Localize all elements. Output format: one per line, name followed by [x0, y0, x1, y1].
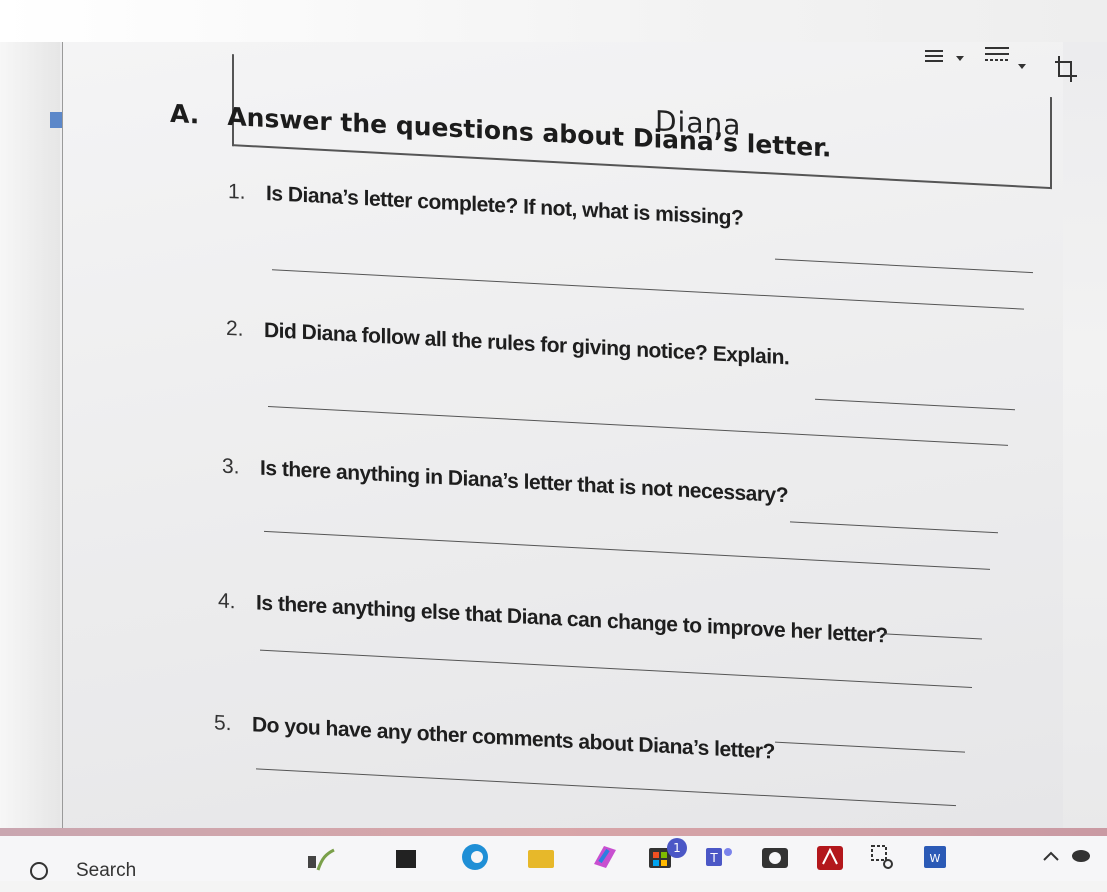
edge-icon[interactable] — [460, 842, 490, 872]
crop-icon[interactable] — [1053, 54, 1077, 89]
question-1: 1. Is Diana’s letter complete? If not, wh… — [228, 180, 743, 231]
question-3: 3. Is there anything in Diana’s letter th… — [222, 455, 788, 509]
copilot-icon[interactable] — [590, 842, 620, 872]
question-5: 5. Do you have any other comments about D… — [214, 711, 775, 764]
answer-line[interactable] — [815, 398, 1015, 411]
section-letter: A. — [170, 98, 200, 130]
answer-line[interactable] — [260, 649, 972, 688]
answer-line[interactable] — [884, 633, 982, 640]
answer-line[interactable] — [272, 269, 1024, 310]
search-icon — [30, 862, 48, 880]
dropdown-icon[interactable] — [955, 44, 965, 68]
search-label: Search — [76, 860, 137, 881]
question-text: Is there anything in Diana’s letter that… — [260, 456, 789, 508]
chevron-up-icon[interactable] — [1036, 842, 1066, 872]
question-text: Did Diana follow all the rules for givin… — [264, 318, 790, 370]
answer-line[interactable] — [268, 406, 1008, 446]
weather-icon[interactable] — [306, 842, 336, 872]
camera-icon[interactable] — [760, 842, 790, 872]
answer-line[interactable] — [256, 768, 956, 807]
file-explorer-icon[interactable] — [392, 842, 422, 872]
snipping-icon[interactable] — [868, 842, 898, 872]
question-number: 4. — [218, 589, 236, 614]
answer-line[interactable] — [790, 521, 998, 534]
svg-text:T: T — [709, 851, 718, 865]
line-spacing-icon[interactable] — [985, 46, 1009, 71]
question-text: Is there anything else that Diana can ch… — [256, 591, 888, 648]
svg-text:W: W — [930, 852, 941, 865]
question-number: 3. — [222, 454, 240, 479]
teams-icon[interactable]: T — [704, 842, 734, 872]
network-icon[interactable] — [1068, 842, 1098, 872]
acrobat-icon[interactable] — [815, 842, 845, 872]
document-content: Diana A. Answer the questions about Diana… — [0, 0, 1107, 892]
question-number: 2. — [226, 316, 244, 341]
answer-line[interactable] — [775, 258, 1033, 274]
question-number: 5. — [214, 711, 232, 736]
word-icon[interactable]: W — [920, 842, 950, 872]
answer-line[interactable] — [264, 530, 990, 570]
question-text: Is Diana’s letter complete? If not, what… — [266, 181, 744, 230]
question-2: 2. Did Diana follow all the rules for giv… — [226, 317, 789, 371]
question-text: Do you have any other comments about Dia… — [252, 713, 775, 764]
question-4: 4. Is there anything else that Diana can … — [218, 589, 888, 648]
align-icon[interactable] — [925, 44, 943, 68]
dropdown-icon[interactable] — [1017, 52, 1027, 76]
question-number: 1. — [228, 179, 246, 204]
ribbon-toolbar — [895, 44, 1095, 84]
answer-line[interactable] — [775, 741, 965, 753]
folder-icon[interactable] — [526, 842, 556, 872]
notification-badge: 1 — [667, 838, 687, 858]
taskbar-accent — [0, 828, 1107, 836]
